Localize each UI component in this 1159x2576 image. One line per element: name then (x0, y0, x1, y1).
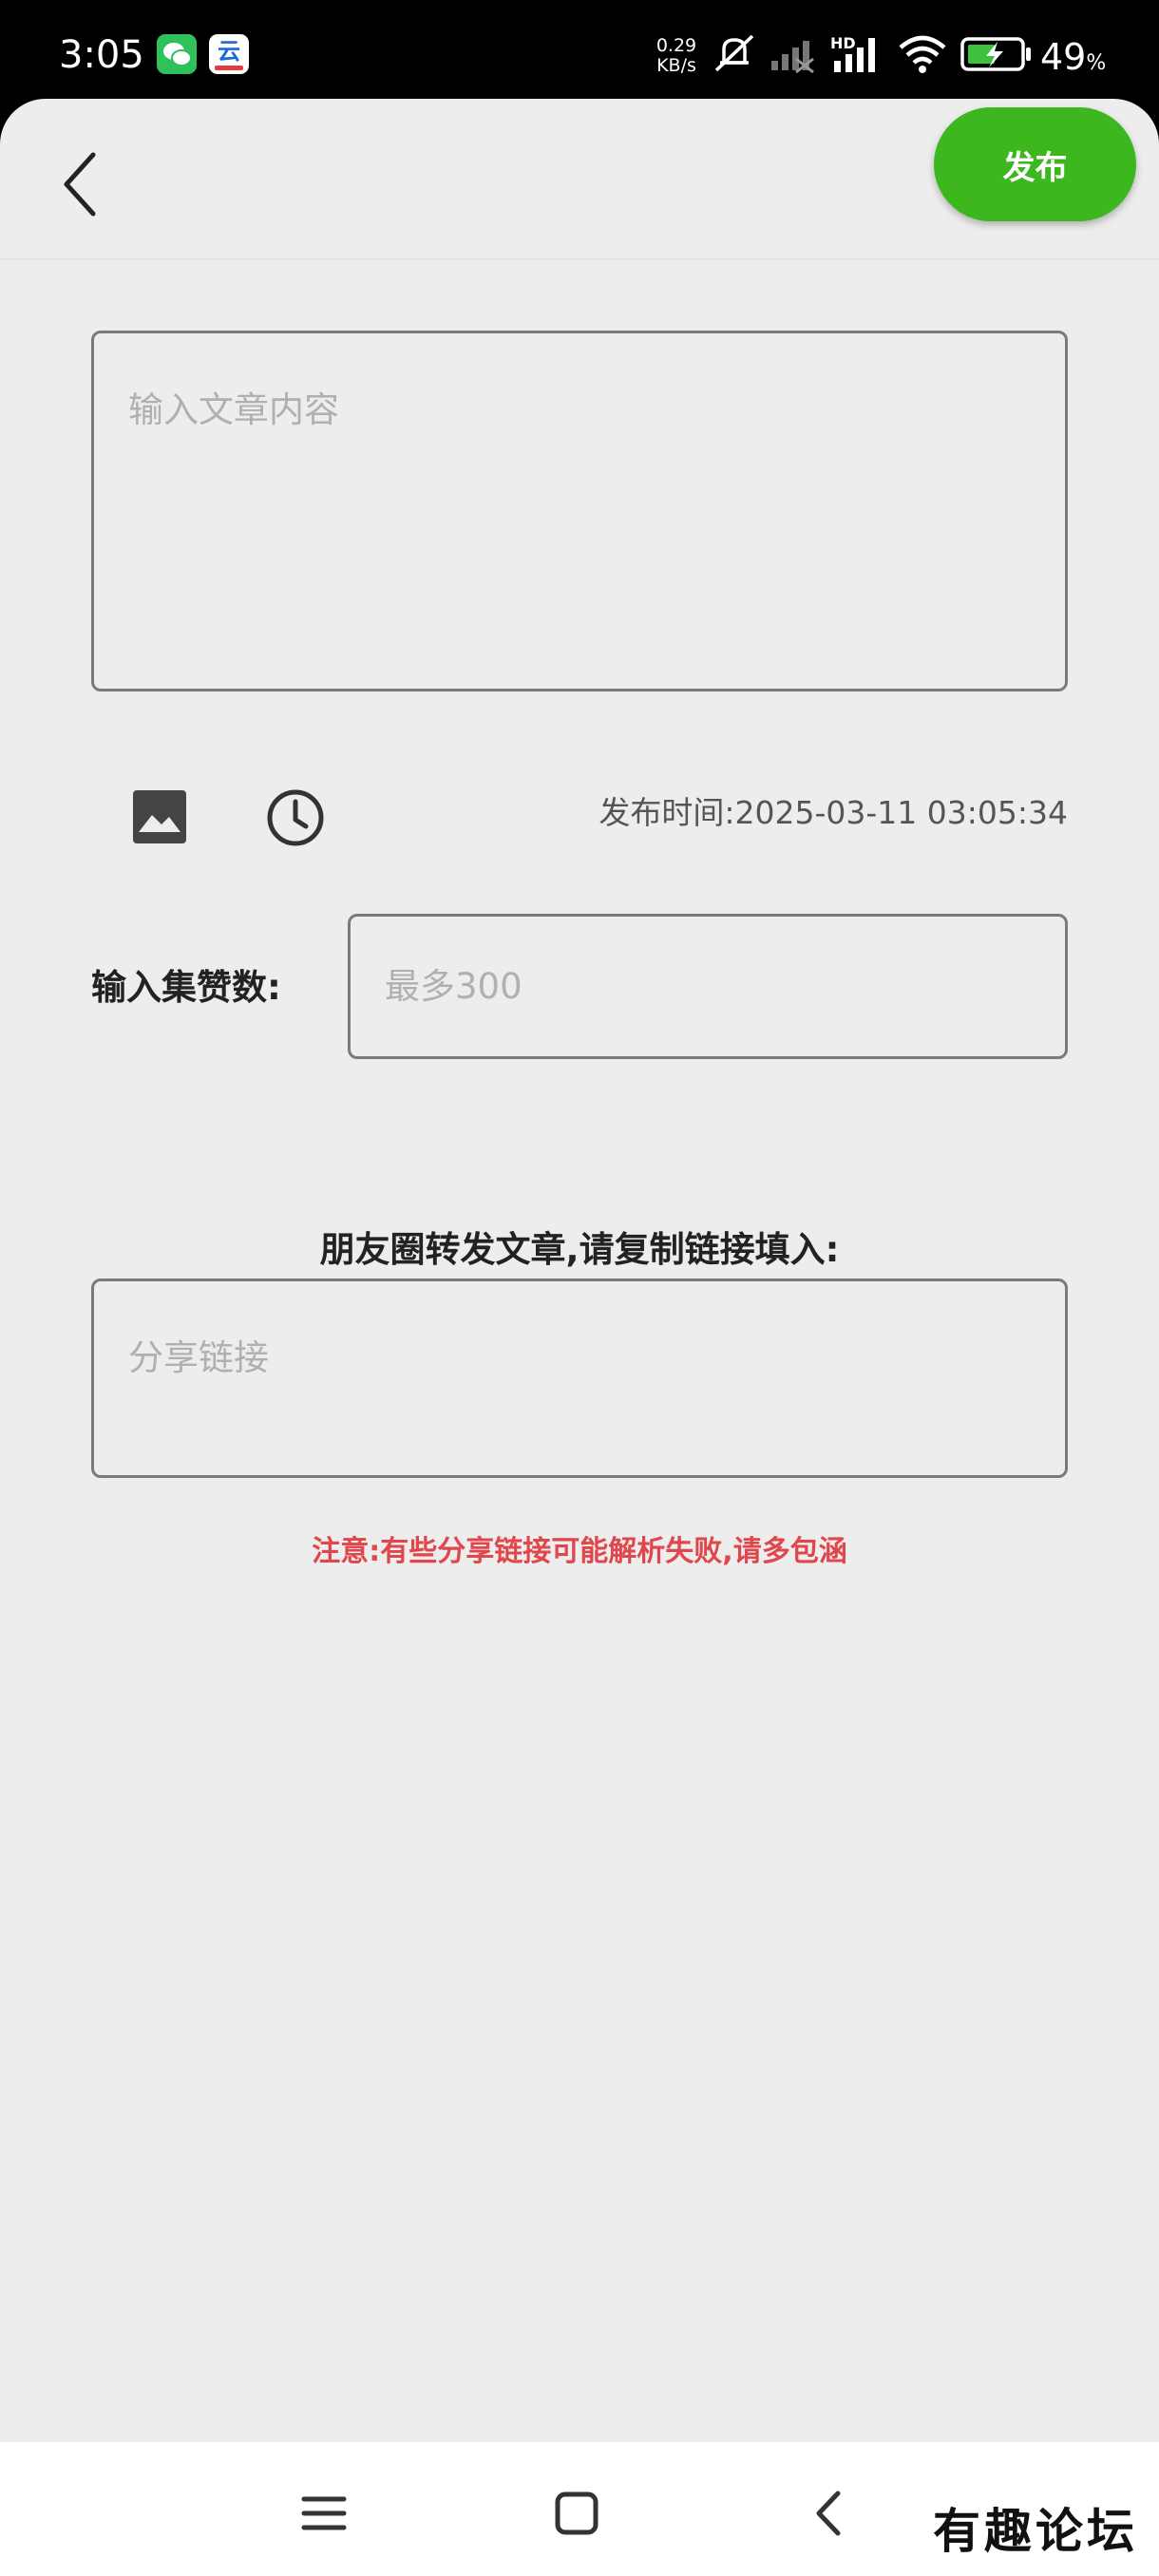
publish-button[interactable]: 发布 (934, 107, 1136, 221)
image-picker-button[interactable] (133, 790, 186, 843)
share-link-field[interactable] (91, 1279, 1068, 1478)
home-button[interactable] (543, 2480, 610, 2547)
home-square-icon (555, 2491, 598, 2535)
article-content-input[interactable] (94, 333, 1065, 689)
battery-percent-value: 49 (1040, 36, 1087, 78)
likes-label: 输入集赞数: (91, 967, 281, 1008)
publish-time-value: 2025-03-11 03:05:34 (734, 794, 1068, 831)
battery-percent: 49% (1040, 34, 1106, 86)
publish-time-label: 发布时间: (598, 794, 735, 831)
cloud-app-notification-icon: 云 (209, 34, 249, 74)
battery-charging-icon (960, 37, 1031, 71)
share-link-input[interactable] (94, 1281, 1065, 1475)
menu-icon (301, 2496, 347, 2530)
signal-sim2-icon (771, 41, 814, 74)
parse-failure-notice: 注意:有些分享链接可能解析失败,请多包涵 (312, 1535, 847, 1568)
clock-icon (267, 789, 324, 846)
cloud-app-glyph: 云 (218, 38, 240, 65)
wifi-icon (899, 35, 946, 73)
network-speed: 0.29 KB/s (652, 36, 701, 76)
status-bar: 3:05 云 0.29 KB/s HD 49% (0, 0, 1159, 100)
publish-time: 发布时间:2025-03-11 03:05:34 (532, 794, 1068, 832)
share-link-title: 朋友圈转发文章,请复制链接填入: (319, 1229, 840, 1270)
recent-apps-button[interactable] (291, 2480, 357, 2547)
schedule-time-button[interactable] (264, 786, 327, 849)
network-speed-value: 0.29 (656, 35, 697, 56)
top-bar: 发布 (0, 99, 1159, 260)
back-chevron-icon (816, 2491, 841, 2536)
image-icon (133, 790, 186, 843)
battery-percent-unit: % (1086, 51, 1107, 75)
signal-sim1-icon (834, 38, 875, 72)
article-content-field[interactable] (91, 331, 1068, 691)
publish-screen: 发布 发布时间:2025-03-11 03:05:34 输入集赞数: 朋友圈转发… (0, 99, 1159, 2442)
back-button[interactable] (48, 142, 114, 227)
system-back-button[interactable] (796, 2480, 863, 2547)
likes-count-input[interactable] (351, 917, 1065, 1056)
likes-count-field[interactable] (348, 914, 1068, 1059)
network-speed-unit: KB/s (656, 55, 696, 76)
wechat-notification-icon (157, 34, 197, 74)
forum-watermark: 有趣论坛 (933, 2503, 1138, 2559)
status-time: 3:05 (59, 33, 144, 77)
chevron-left-icon (64, 152, 96, 217)
bell-muted-icon (714, 34, 754, 72)
